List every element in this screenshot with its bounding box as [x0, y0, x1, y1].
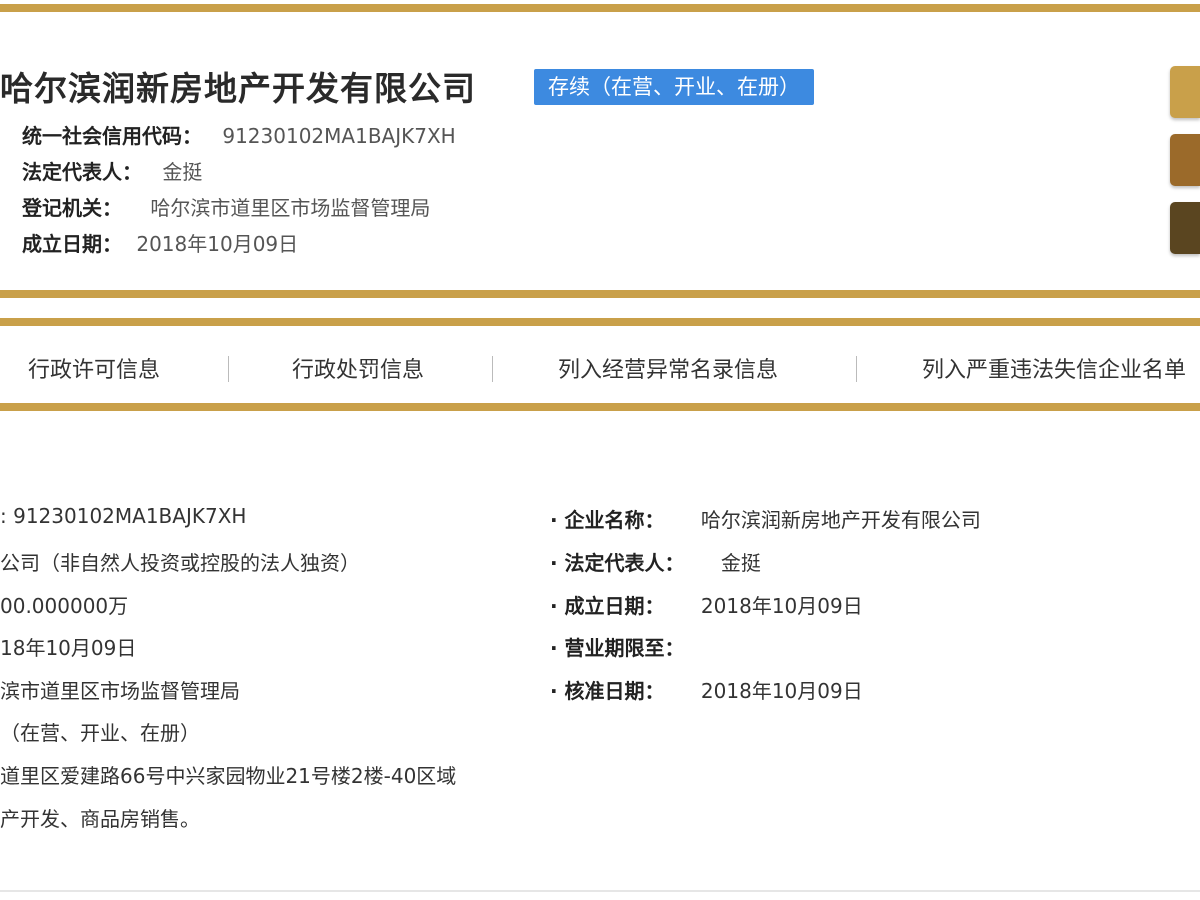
detail-label: · 营业期限至： — [550, 636, 685, 660]
status-badge: 存续（在营、开业、在册） — [534, 69, 814, 105]
detail-label: · 法定代表人： — [550, 551, 685, 575]
detail-founded-date: 18年10月09日 — [0, 636, 137, 660]
summary-label: 登记机关： — [22, 196, 122, 220]
company-name: 哈尔滨润新房地产开发有限公司 — [0, 69, 476, 108]
summary-value: 哈尔滨市道里区市场监督管理局 — [150, 196, 431, 220]
nav-divider — [856, 356, 857, 382]
side-action-button-2[interactable] — [1170, 134, 1200, 186]
detail-enterprise-name: · 企业名称： 哈尔滨润新房地产开发有限公司 — [550, 504, 981, 533]
detail-value: 金挺 — [720, 551, 761, 575]
summary-value: 91230102MA1BAJK7XH — [222, 124, 456, 148]
tab-serious-violation-list[interactable]: 列入严重违法失信企业名单 — [922, 352, 1186, 384]
detail-credit-code: : 91230102MA1BAJK7XH — [0, 504, 247, 528]
tab-admin-penalty[interactable]: 行政处罚信息 — [292, 352, 424, 384]
nav-top-border — [0, 318, 1200, 326]
side-action-button-3[interactable] — [1170, 202, 1200, 254]
tab-abnormal-operations[interactable]: 列入经营异常名录信息 — [558, 352, 778, 384]
detail-company-type: 公司（非自然人投资或控股的法人独资） — [0, 551, 360, 575]
detail-status: （在营、开业、在册） — [0, 721, 200, 745]
detail-established-date: · 成立日期： 2018年10月09日 — [550, 590, 863, 619]
detail-registered-capital: 00.000000万 — [0, 594, 129, 618]
nav-divider — [228, 356, 229, 382]
summary-label: 法定代表人： — [22, 160, 142, 184]
detail-registration-authority: 滨市道里区市场监督管理局 — [0, 679, 240, 703]
summary-label: 统一社会信用代码： — [22, 124, 202, 148]
detail-label: · 成立日期： — [550, 594, 665, 618]
header-top-border — [0, 4, 1200, 12]
tab-admin-license[interactable]: 行政许可信息 — [28, 352, 160, 384]
detail-address: 道里区爱建路66号中兴家园物业21号楼2楼-40区域 — [0, 764, 457, 788]
summary-registration-authority: 登记机关： 哈尔滨市道里区市场监督管理局 — [22, 192, 430, 221]
detail-business-term: · 营业期限至： — [550, 632, 715, 661]
summary-value: 金挺 — [162, 160, 203, 184]
summary-legal-rep: 法定代表人： 金挺 — [22, 156, 202, 185]
detail-legal-representative: · 法定代表人： 金挺 — [550, 547, 761, 576]
detail-approval-date: · 核准日期： 2018年10月09日 — [550, 675, 863, 704]
side-action-button-1[interactable] — [1170, 66, 1200, 118]
nav-divider — [492, 356, 493, 382]
detail-value: 哈尔滨润新房地产开发有限公司 — [700, 508, 981, 532]
detail-value: 2018年10月09日 — [700, 594, 863, 618]
nav-bottom-border — [0, 403, 1200, 411]
summary-label: 成立日期： — [22, 232, 122, 256]
detail-business-scope: 产开发、商品房销售。 — [0, 807, 200, 831]
content-bottom-divider — [0, 890, 1200, 892]
detail-label: · 核准日期： — [550, 679, 665, 703]
summary-founded-date: 成立日期： 2018年10月09日 — [22, 228, 298, 257]
summary-credit-code: 统一社会信用代码： 91230102MA1BAJK7XH — [22, 120, 456, 149]
summary-value: 2018年10月09日 — [136, 232, 299, 256]
header-bottom-border — [0, 290, 1200, 298]
detail-value: 2018年10月09日 — [700, 679, 863, 703]
detail-label: · 企业名称： — [550, 508, 665, 532]
